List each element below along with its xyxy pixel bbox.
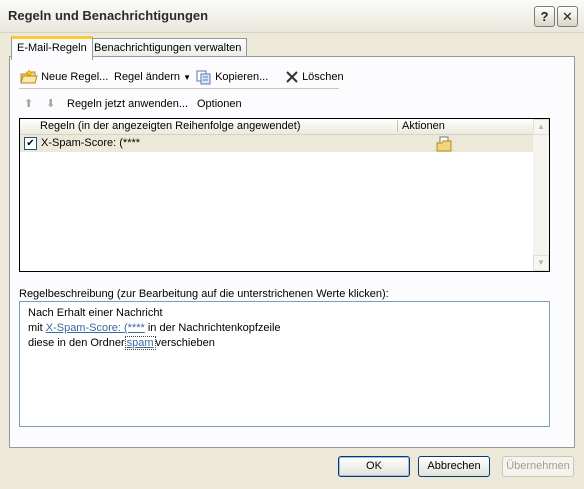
description-line-1: Nach Erhalt einer Nachricht: [28, 307, 163, 319]
cancel-button[interactable]: Abbrechen: [418, 456, 490, 477]
help-button[interactable]: ?: [534, 6, 555, 27]
column-header-actions[interactable]: Aktionen: [402, 120, 445, 132]
action-prefix: diese in den Ordner: [28, 337, 125, 349]
rule-description-label: Regelbeschreibung (zur Bearbeitung auf d…: [19, 288, 389, 300]
condition-value-link[interactable]: X-Spam-Score: (****: [46, 322, 145, 334]
toolbar-divider: [19, 88, 339, 89]
apply-rules-now-link[interactable]: Regeln jetzt anwenden...: [67, 98, 188, 110]
rules-tab-panel: Neue Regel... Regel ändern ▼ Kopieren...…: [9, 56, 575, 448]
rule-row[interactable]: ✔ X-Spam-Score: (****: [20, 135, 549, 152]
tab-label: E-Mail-Regeln: [17, 42, 87, 54]
condition-prefix: mit: [28, 322, 43, 334]
rule-description-box: Nach Erhalt einer Nachricht mit X-Spam-S…: [19, 301, 550, 427]
delete-rule-button[interactable]: Löschen: [285, 67, 344, 87]
copy-rule-button[interactable]: Kopieren...: [196, 67, 268, 87]
apply-button[interactable]: Übernehmen: [502, 456, 574, 477]
move-up-arrow-icon[interactable]: ⬆: [24, 97, 33, 110]
condition-suffix: in der Nachrichtenkopfzeile: [147, 322, 281, 334]
scroll-down-button[interactable]: ▼: [533, 255, 549, 271]
description-line-2: mit X-Spam-Score: (**** in der Nachricht…: [28, 322, 281, 334]
move-to-folder-icon: [436, 136, 452, 152]
change-rule-button[interactable]: Regel ändern ▼: [114, 67, 191, 87]
title-bar: Regeln und Benachrichtigungen ? ✕: [0, 0, 584, 33]
new-rule-button[interactable]: Neue Regel...: [20, 67, 108, 87]
delete-label: Löschen: [302, 71, 344, 83]
new-rule-label: Neue Regel...: [41, 71, 109, 83]
scroll-up-button[interactable]: ▲: [533, 119, 549, 135]
copy-icon: [196, 70, 211, 85]
rule-enabled-checkbox[interactable]: ✔: [24, 137, 37, 150]
options-link[interactable]: Optionen: [197, 98, 242, 110]
close-button[interactable]: ✕: [557, 6, 578, 27]
move-down-arrow-icon[interactable]: ⬇: [46, 97, 55, 110]
ok-button[interactable]: OK: [338, 456, 410, 477]
tab-benachrichtigungen-verwalten[interactable]: Benachrichtigungen verwalten: [88, 38, 248, 57]
column-header-rules[interactable]: Regeln (in der angezeigten Reihenfolge a…: [40, 120, 301, 132]
delete-x-icon: [286, 71, 298, 83]
chevron-down-icon: ▼: [183, 73, 192, 82]
tab-label: Benachrichtigungen verwalten: [94, 42, 242, 54]
rule-name: X-Spam-Score: (****: [41, 137, 141, 149]
new-rule-icon: [20, 69, 38, 84]
change-rule-label: Regel ändern: [114, 71, 181, 83]
target-folder-link[interactable]: spam: [124, 336, 156, 350]
rules-list-scrollbar[interactable]: ▲ ▼: [533, 119, 549, 271]
copy-label: Kopieren...: [215, 71, 269, 83]
rules-list[interactable]: Regeln (in der angezeigten Reihenfolge a…: [19, 118, 550, 272]
description-line-3: diese in den Ordner spam verschieben: [28, 336, 215, 350]
tab-email-regeln[interactable]: E-Mail-Regeln: [11, 36, 93, 60]
rules-list-header: Regeln (in der angezeigten Reihenfolge a…: [20, 119, 549, 135]
action-suffix: verschieben: [155, 337, 215, 349]
window-title: Regeln und Benachrichtigungen: [8, 8, 209, 23]
column-divider[interactable]: [397, 120, 398, 132]
